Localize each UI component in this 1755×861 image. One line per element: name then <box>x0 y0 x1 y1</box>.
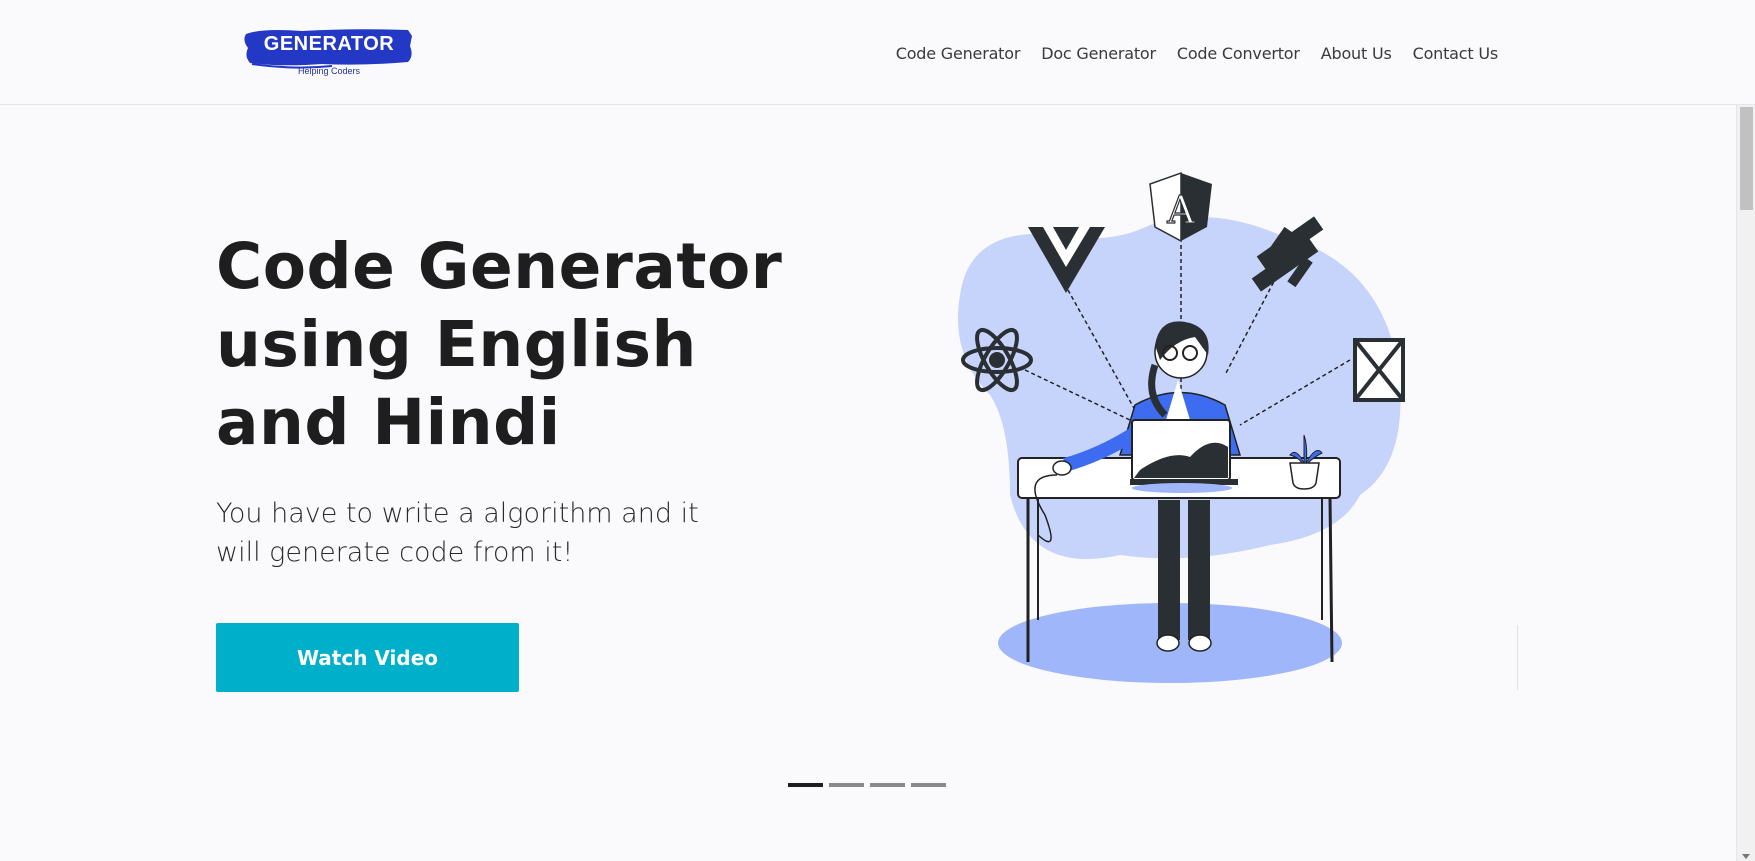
svg-text:A: A <box>1166 188 1195 232</box>
hero-illustration: A <box>958 171 1405 683</box>
scroll-down-arrow-icon[interactable] <box>1742 854 1750 859</box>
watch-video-button[interactable]: Watch Video <box>216 623 519 692</box>
hero-title: Code Generator using English and Hindi <box>216 230 783 459</box>
carousel-dot-2[interactable] <box>829 783 864 787</box>
carousel-dot-4[interactable] <box>911 783 946 787</box>
carousel-dot-3[interactable] <box>870 783 905 787</box>
scrollbar-thumb[interactable] <box>1740 107 1753 210</box>
hero-subtitle: You have to write a algorithm and it wil… <box>216 498 699 568</box>
site-header: GENERATOR Helping Coders Code Generator … <box>0 0 1755 105</box>
nav-contact-us[interactable]: Contact Us <box>1413 44 1499 63</box>
brand-name: GENERATOR <box>263 33 395 55</box>
brand-tagline: Helping Coders <box>297 66 361 76</box>
main-nav: Code Generator Doc Generator Code Conver… <box>875 44 1498 63</box>
carousel-indicators <box>788 783 946 787</box>
carousel-dot-1[interactable] <box>788 783 823 787</box>
nav-doc-generator[interactable]: Doc Generator <box>1041 44 1156 63</box>
laptop <box>1130 419 1238 493</box>
nav-about-us[interactable]: About Us <box>1321 44 1392 63</box>
codepen-icon <box>1353 338 1405 402</box>
nav-code-convertor[interactable]: Code Convertor <box>1177 44 1300 63</box>
nav-code-generator[interactable]: Code Generator <box>896 44 1021 63</box>
brand-logo[interactable]: GENERATOR Helping Coders <box>242 26 416 82</box>
section-divider <box>1517 625 1518 690</box>
vertical-scrollbar[interactable] <box>1736 105 1755 861</box>
